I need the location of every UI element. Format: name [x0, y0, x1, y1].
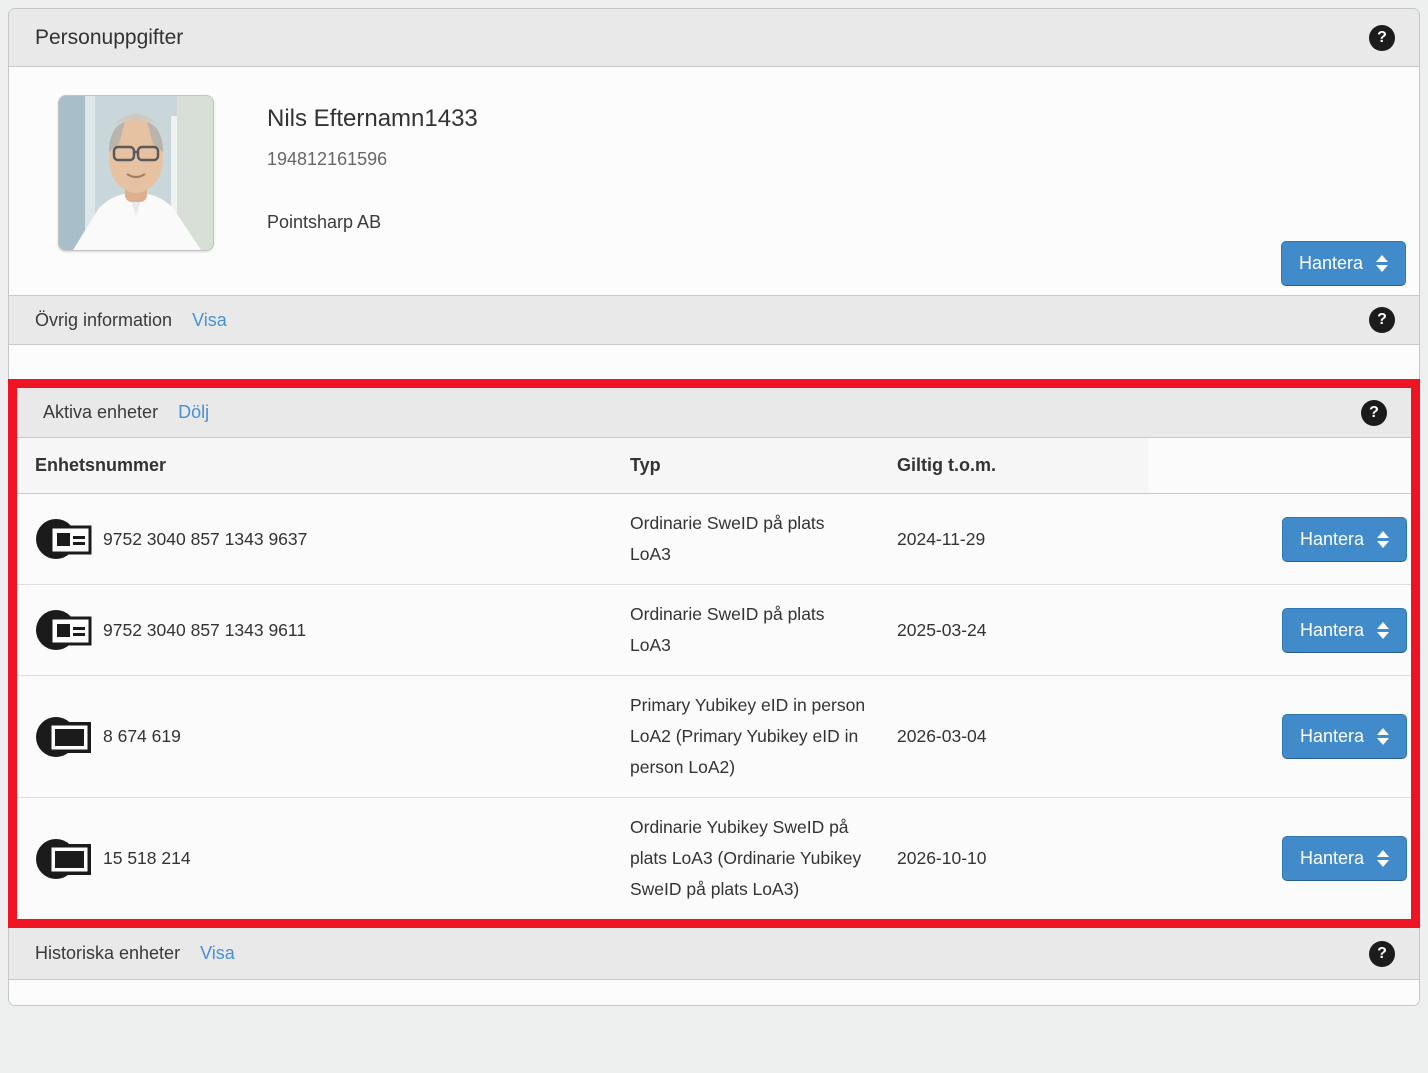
device-type: Primary Yubikey eID in person LoA2 (Prim…: [612, 676, 879, 798]
up-down-arrows-icon: [1377, 728, 1389, 745]
device-type: Ordinarie Yubikey SweID på plats LoA3 (O…: [612, 798, 879, 920]
section-aktiva-enheter: Aktiva enheter Dölj ?: [17, 388, 1411, 438]
device-number: 9752 3040 857 1343 9611: [103, 620, 306, 641]
card-header: Personuppgifter ?: [9, 9, 1419, 67]
table-header-row: Enhetsnummer Typ Giltig t.o.m.: [17, 438, 1411, 494]
dolj-link-aktiva[interactable]: Dölj: [178, 402, 209, 423]
device-number: 15 518 214: [103, 848, 191, 869]
device-valid-until: 2026-10-10: [879, 798, 1148, 920]
up-down-arrows-icon: [1377, 622, 1389, 639]
profile-photo: [58, 95, 214, 251]
column-header-giltig: Giltig t.o.m.: [879, 438, 1148, 494]
section-title-ovrig: Övrig information: [35, 310, 172, 331]
organization-name: Pointsharp AB: [267, 212, 478, 233]
visa-link-ovrig[interactable]: Visa: [192, 310, 227, 331]
section-spacer: [9, 345, 1419, 379]
profile-info: Nils Efternamn1433 194812161596 Pointsha…: [267, 95, 478, 295]
device-row: 8 674 619 Primary Yubikey eID in person …: [17, 676, 1411, 798]
personal-number: 194812161596: [267, 149, 478, 170]
portrait-image: [59, 96, 213, 250]
help-icon[interactable]: ?: [1369, 25, 1395, 51]
device-valid-until: 2025-03-24: [879, 585, 1148, 676]
device-number: 9752 3040 857 1343 9637: [103, 529, 307, 550]
section-historiska-enheter: Historiska enheter Visa ?: [9, 928, 1419, 980]
active-devices-table: Enhetsnummer Typ Giltig t.o.m. 9752 3040…: [17, 438, 1411, 919]
up-down-arrows-icon: [1377, 531, 1389, 548]
section-title-historiska: Historiska enheter: [35, 943, 180, 964]
device-row: 9752 3040 857 1343 9611 Ordinarie SweID …: [17, 585, 1411, 676]
section-ovrig-information: Övrig information Visa ?: [9, 295, 1419, 345]
page-title: Personuppgifter: [35, 26, 183, 50]
column-header-actions: [1148, 438, 1411, 494]
device-type: Ordinarie SweID på plats LoA3: [612, 494, 879, 585]
column-header-enhetsnummer: Enhetsnummer: [17, 438, 612, 494]
help-icon[interactable]: ?: [1361, 400, 1387, 426]
profile-hantera-button[interactable]: Hantera: [1281, 241, 1406, 286]
security-token-icon: [35, 713, 93, 761]
card-footer: [9, 980, 1419, 1005]
row-hantera-button[interactable]: Hantera: [1282, 608, 1407, 653]
visa-link-historiska[interactable]: Visa: [200, 943, 235, 964]
device-valid-until: 2026-03-04: [879, 676, 1148, 798]
row-hantera-button[interactable]: Hantera: [1282, 836, 1407, 881]
help-icon[interactable]: ?: [1369, 941, 1395, 967]
device-type: Ordinarie SweID på plats LoA3: [612, 585, 879, 676]
row-hantera-button[interactable]: Hantera: [1282, 714, 1407, 759]
device-valid-until: 2024-11-29: [879, 494, 1148, 585]
id-card-icon: [35, 515, 93, 563]
up-down-arrows-icon: [1376, 255, 1388, 272]
up-down-arrows-icon: [1377, 850, 1389, 867]
device-number: 8 674 619: [103, 726, 181, 747]
id-card-icon: [35, 606, 93, 654]
section-title-aktiva: Aktiva enheter: [43, 402, 158, 423]
security-token-icon: [35, 835, 93, 883]
profile-name: Nils Efternamn1433: [267, 105, 478, 133]
profile-section: Nils Efternamn1433 194812161596 Pointsha…: [9, 67, 1419, 295]
help-icon[interactable]: ?: [1369, 307, 1395, 333]
column-header-typ: Typ: [612, 438, 879, 494]
personuppgifter-card: Personuppgifter ?: [8, 8, 1420, 1006]
row-hantera-button[interactable]: Hantera: [1282, 517, 1407, 562]
device-row: 15 518 214 Ordinarie Yubikey SweID på pl…: [17, 798, 1411, 920]
annotation-red-highlight: Aktiva enheter Dölj ? Enhetsnummer Typ G…: [8, 379, 1420, 928]
device-row: 9752 3040 857 1343 9637 Ordinarie SweID …: [17, 494, 1411, 585]
